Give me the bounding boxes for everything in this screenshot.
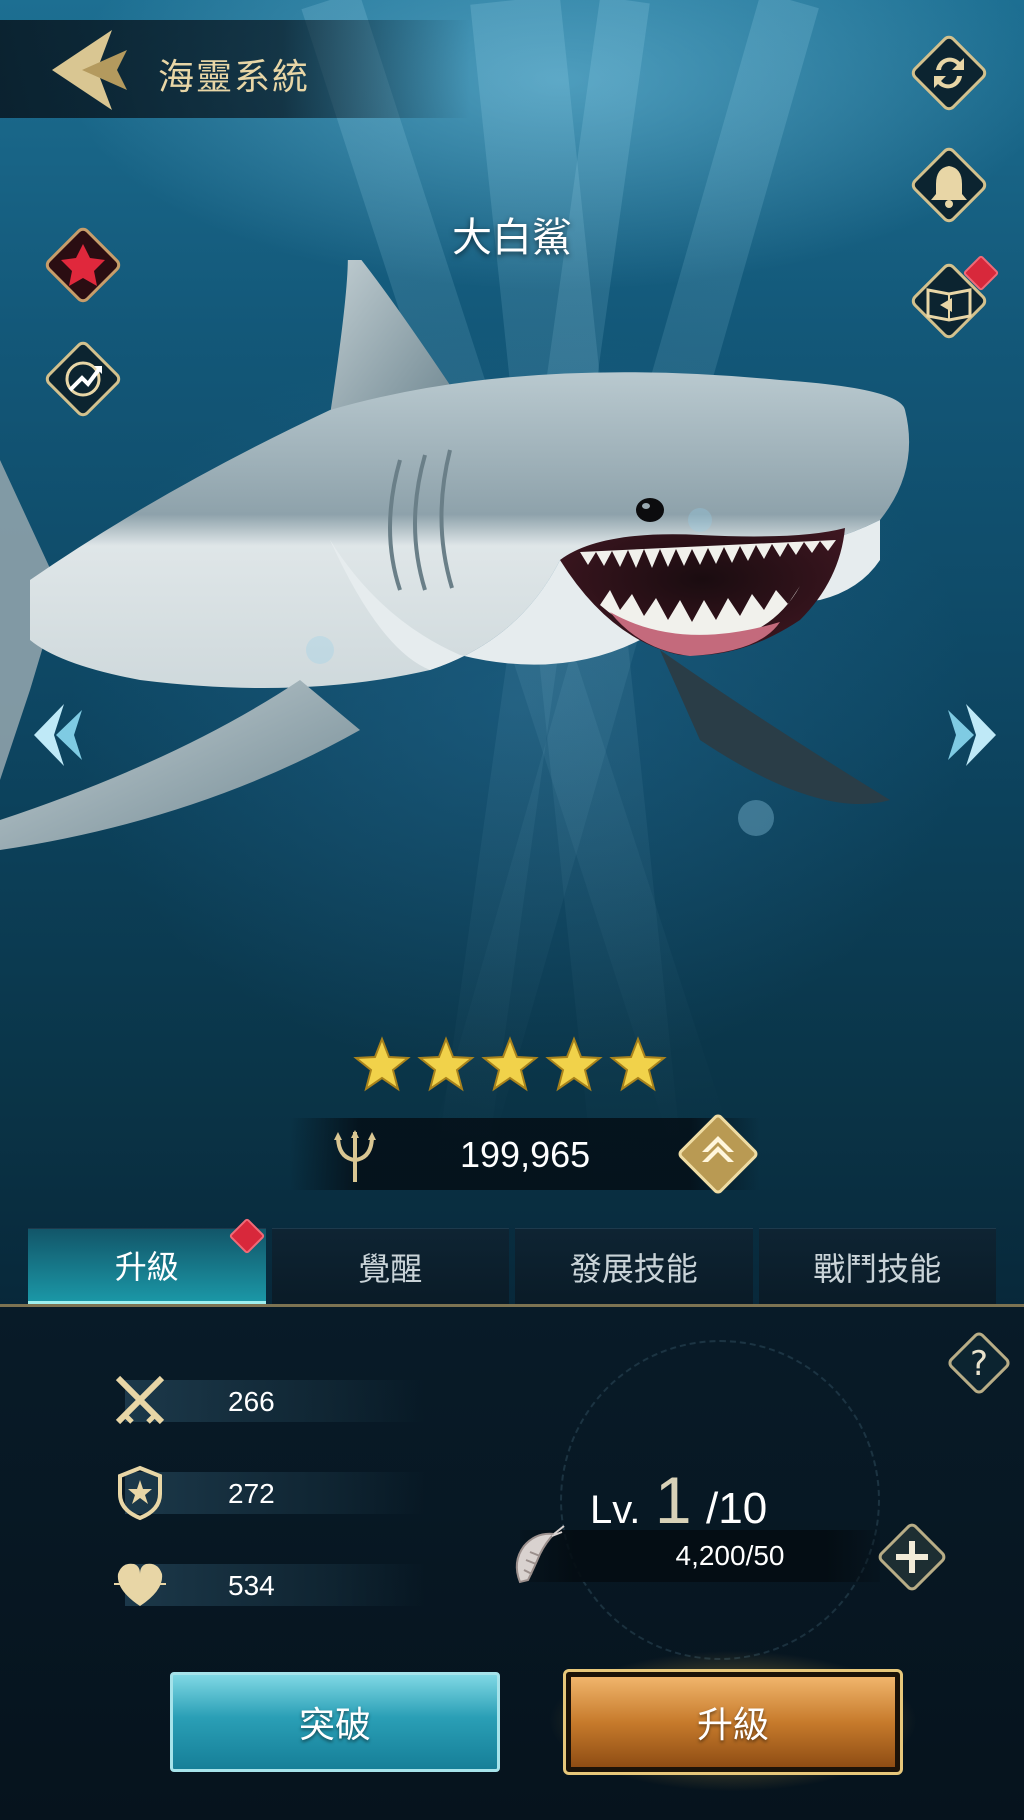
tab-label: 發展技能 <box>569 1249 698 1288</box>
tab-label: 覺醒 <box>358 1249 423 1288</box>
stat-bar <box>125 1564 425 1606</box>
help-button[interactable]: ? <box>942 1326 1016 1400</box>
tab-label: 戰鬥技能 <box>813 1249 942 1288</box>
tab-development-skills[interactable]: 發展技能 <box>515 1228 753 1304</box>
back-arrow-icon <box>52 30 127 110</box>
svg-text:?: ? <box>970 1344 988 1384</box>
star-icon <box>609 1036 667 1092</box>
creature-name: 大白鯊 <box>452 215 572 261</box>
shark-illustration <box>0 260 910 850</box>
stat-defense: 272 <box>70 1465 425 1521</box>
chevron-up-icon <box>678 1114 758 1194</box>
upgrade-button[interactable]: 升級 <box>563 1669 903 1775</box>
plus-icon <box>878 1523 946 1591</box>
previous-creature-button[interactable] <box>20 690 90 780</box>
tab-bar: 升級 覺醒 發展技能 戰鬥技能 <box>28 1217 996 1304</box>
ocean-background: 海靈系統 大白鯊 199,965 升級 覺醒 發展技能 戰鬥技能 ? 266 2… <box>0 0 1024 1820</box>
upgrade-label: 升級 <box>696 1705 769 1746</box>
star-icon <box>545 1036 603 1092</box>
star-icon <box>353 1036 411 1092</box>
notification-dot <box>228 1217 265 1255</box>
next-creature-button[interactable] <box>940 690 1010 780</box>
power-upgrade-button[interactable] <box>674 1110 762 1198</box>
breakthrough-button[interactable]: 突破 <box>170 1672 500 1772</box>
stat-bar <box>125 1472 425 1514</box>
question-icon: ? <box>948 1332 1010 1394</box>
shield-icon <box>118 1465 162 1521</box>
crossed-swords-icon <box>115 1375 165 1425</box>
stat-attack-value: 266 <box>228 1386 275 1417</box>
star-rating <box>353 1036 667 1094</box>
stat-health: 534 <box>70 1560 425 1608</box>
level-display: Lv. 1 /10 <box>590 1462 767 1538</box>
exp-bar: 4,200/50 <box>520 1530 880 1582</box>
growth-icon <box>45 341 121 417</box>
heart-icon <box>114 1563 166 1606</box>
level-current: 1 <box>654 1463 692 1537</box>
tab-awaken[interactable]: 覺醒 <box>271 1228 509 1304</box>
tab-upgrade[interactable]: 升級 <box>28 1217 266 1304</box>
power-bar: 199,965 <box>290 1114 760 1194</box>
back-button[interactable] <box>42 28 132 112</box>
star-icon <box>481 1036 539 1092</box>
tab-label: 升級 <box>114 1248 179 1286</box>
stat-health-value: 534 <box>228 1570 275 1601</box>
chevron-right-icon <box>948 704 996 766</box>
shrimp-icon <box>515 1525 565 1584</box>
divider <box>0 1304 1024 1307</box>
trident-icon <box>334 1130 376 1182</box>
growth-button[interactable] <box>38 334 128 424</box>
level-max: /10 <box>706 1484 768 1533</box>
power-value: 199,965 <box>460 1134 591 1175</box>
star-icon <box>417 1036 475 1092</box>
refresh-icon <box>911 35 987 111</box>
stat-attack: 266 <box>70 1375 425 1425</box>
tab-combat-skills[interactable]: 戰鬥技能 <box>758 1228 996 1304</box>
stat-defense-value: 272 <box>228 1478 275 1509</box>
refresh-button[interactable] <box>904 28 994 118</box>
level-prefix: Lv. <box>590 1488 641 1532</box>
add-exp-button[interactable] <box>870 1515 954 1599</box>
chevron-left-icon <box>34 704 82 766</box>
breakthrough-label: 突破 <box>298 1705 371 1746</box>
guide-button[interactable] <box>904 254 1000 346</box>
stat-bar <box>125 1380 425 1422</box>
page-title: 海靈系統 <box>158 57 311 98</box>
